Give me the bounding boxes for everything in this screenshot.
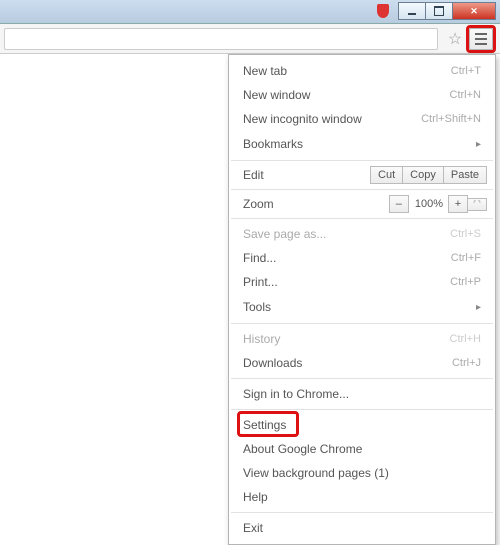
menu-bookmarks[interactable]: Bookmarks	[229, 131, 495, 157]
menu-exit[interactable]: Exit	[229, 516, 495, 540]
menu-history[interactable]: History Ctrl+H	[229, 327, 495, 351]
window-minimize-button[interactable]	[398, 2, 426, 20]
menu-downloads[interactable]: Downloads Ctrl+J	[229, 351, 495, 375]
menu-shortcut: Ctrl+T	[451, 63, 481, 79]
submenu-arrow-icon	[468, 298, 481, 316]
menu-edit-row: Edit Cut Copy Paste	[229, 164, 495, 186]
cut-button[interactable]: Cut	[370, 166, 403, 184]
menu-about[interactable]: About Google Chrome	[229, 437, 495, 461]
menu-help[interactable]: Help	[229, 485, 495, 509]
address-bar[interactable]	[4, 28, 438, 50]
menu-signin[interactable]: Sign in to Chrome...	[229, 382, 495, 406]
security-shield-icon	[372, 2, 393, 20]
menu-save-page[interactable]: Save page as... Ctrl+S	[229, 222, 495, 246]
menu-button[interactable]	[469, 28, 493, 50]
chrome-menu: New tab Ctrl+T New window Ctrl+N New inc…	[228, 54, 496, 545]
menu-separator	[231, 189, 493, 190]
browser-toolbar: ☆	[0, 24, 500, 54]
menu-background-pages[interactable]: View background pages (1)	[229, 461, 495, 485]
menu-separator	[231, 409, 493, 410]
menu-new-window[interactable]: New window Ctrl+N	[229, 83, 495, 107]
menu-label: New tab	[243, 63, 437, 79]
menu-separator	[231, 378, 493, 379]
menu-separator	[231, 218, 493, 219]
menu-zoom-row: Zoom – 100% + ⌜⌝	[229, 193, 495, 215]
menu-separator	[231, 512, 493, 513]
zoom-in-button[interactable]: +	[448, 195, 468, 213]
window-close-button[interactable]	[452, 2, 496, 20]
window-titlebar	[0, 0, 500, 24]
bookmark-star-icon[interactable]: ☆	[444, 28, 466, 50]
paste-button[interactable]: Paste	[443, 166, 487, 184]
menu-button-highlight	[466, 25, 496, 53]
fullscreen-button[interactable]: ⌜⌝	[467, 198, 487, 211]
menu-settings[interactable]: Settings	[229, 413, 495, 437]
window-maximize-button[interactable]	[425, 2, 453, 20]
menu-incognito[interactable]: New incognito window Ctrl+Shift+N	[229, 107, 495, 131]
menu-separator	[231, 323, 493, 324]
menu-tools[interactable]: Tools	[229, 294, 495, 320]
zoom-out-button[interactable]: –	[389, 195, 409, 213]
menu-new-tab[interactable]: New tab Ctrl+T	[229, 59, 495, 83]
copy-button[interactable]: Copy	[402, 166, 444, 184]
submenu-arrow-icon	[468, 135, 481, 153]
menu-find[interactable]: Find... Ctrl+F	[229, 246, 495, 270]
menu-separator	[231, 160, 493, 161]
zoom-value: 100%	[409, 195, 449, 213]
menu-print[interactable]: Print... Ctrl+P	[229, 270, 495, 294]
